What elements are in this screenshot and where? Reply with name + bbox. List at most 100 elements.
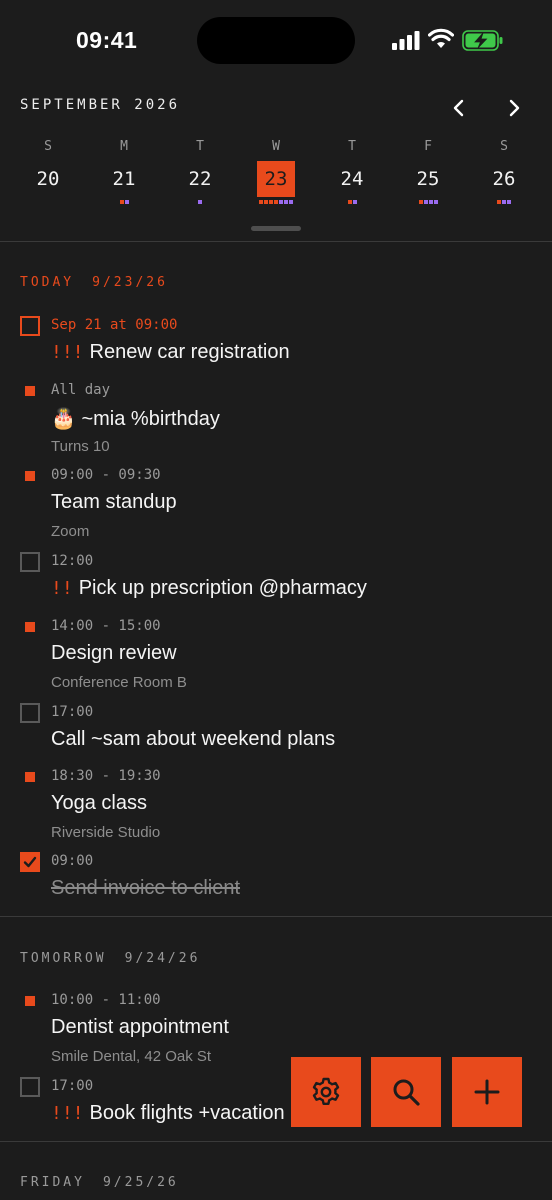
event-marker — [25, 471, 35, 481]
event-dot-orange — [497, 200, 501, 204]
day-number: 21 — [112, 168, 136, 190]
item-time: 17:00 — [51, 1078, 94, 1094]
day-cell[interactable]: F 25 — [390, 136, 466, 212]
priority-marks: !! — [51, 578, 73, 599]
day-letter: S — [44, 139, 52, 154]
chevron-left-icon — [453, 99, 464, 117]
item-title: Design review — [51, 642, 177, 665]
day-number: 23 — [257, 161, 295, 197]
event-dot-orange — [347, 200, 352, 204]
item-title: !!! Renew car registration — [51, 341, 290, 364]
event-dot-orange — [119, 200, 124, 204]
event-dot-purple — [284, 200, 288, 204]
event-dot-orange — [418, 200, 423, 204]
add-button[interactable] — [452, 1057, 522, 1127]
item-time: 17:00 — [51, 704, 94, 720]
event-dots — [390, 200, 466, 204]
drag-handle[interactable] — [251, 226, 301, 231]
event-dots — [466, 200, 542, 204]
day-letter: W — [272, 139, 280, 154]
checkbox[interactable] — [20, 1077, 40, 1097]
event-dot-purple — [352, 200, 357, 204]
event-dot-purple — [423, 200, 428, 204]
event-dot-orange — [259, 200, 263, 204]
item-time: 18:30 - 19:30 — [51, 768, 161, 784]
event-dot-purple — [279, 200, 283, 204]
checkbox-checked[interactable] — [20, 852, 40, 872]
section-label: FRIDAY — [20, 1175, 85, 1190]
search-button[interactable] — [371, 1057, 441, 1127]
battery-charging-icon — [462, 30, 503, 51]
item-title: Team standup — [51, 491, 177, 514]
day-letter: M — [120, 139, 128, 154]
item-title: !! Pick up prescription @pharmacy — [51, 577, 367, 600]
event-dot-orange — [274, 200, 278, 204]
item-title-text: Yoga class — [51, 792, 147, 814]
gear-icon — [312, 1077, 340, 1105]
event-marker — [25, 622, 35, 632]
checkbox[interactable] — [20, 552, 40, 572]
item-subtitle: Conference Room B — [51, 674, 187, 691]
day-number: 26 — [492, 168, 516, 190]
event-dot-purple — [198, 200, 202, 204]
item-title: Yoga class — [51, 792, 147, 815]
section-date: 9/25/26 — [102, 1175, 179, 1190]
previous-week-button[interactable] — [443, 92, 475, 124]
day-cell[interactable]: S 26 — [466, 136, 542, 212]
day-letter: T — [348, 139, 356, 154]
day-cell[interactable]: T 22 — [162, 136, 238, 212]
day-letter: S — [500, 139, 508, 154]
checkbox[interactable] — [20, 703, 40, 723]
event-marker — [25, 772, 35, 782]
day-cell[interactable]: M 21 — [86, 136, 162, 212]
day-number: 25 — [416, 168, 440, 190]
event-dot-purple — [124, 200, 129, 204]
section-header-friday: FRIDAY 9/25/26 — [20, 1175, 179, 1190]
section-label: TOMORROW — [20, 951, 107, 966]
section-header-today: TODAY 9/23/26 — [20, 275, 168, 290]
cellular-signal-icon — [392, 31, 420, 50]
day-cell-selected[interactable]: W 23 — [238, 136, 314, 212]
item-time: 12:00 — [51, 553, 94, 569]
day-letter: F — [424, 139, 432, 154]
item-title-text: Design review — [51, 642, 177, 664]
day-number: 24 — [340, 168, 364, 190]
checkbox[interactable] — [20, 316, 40, 336]
day-cell[interactable]: T 24 — [314, 136, 390, 212]
event-dot-purple — [289, 200, 293, 204]
section-header-tomorrow: TOMORROW 9/24/26 — [20, 951, 200, 966]
day-number: 20 — [36, 168, 60, 190]
plus-icon — [474, 1079, 500, 1105]
item-title: !!! Book flights +vacation — [51, 1102, 285, 1125]
item-title-text: Call ~sam about weekend plans — [51, 728, 336, 750]
item-time: 09:00 — [51, 853, 94, 869]
event-dot-purple — [428, 200, 433, 204]
event-marker — [25, 996, 35, 1006]
item-subtitle: Smile Dental, 42 Oak St — [51, 1048, 212, 1065]
event-dots — [86, 200, 162, 204]
divider — [0, 241, 552, 242]
event-dot-orange — [264, 200, 268, 204]
event-dot-orange — [269, 200, 273, 204]
next-week-button[interactable] — [498, 92, 530, 124]
item-title: Call ~sam about weekend plans — [51, 728, 335, 751]
chevron-right-icon — [509, 99, 520, 117]
item-time: 14:00 - 15:00 — [51, 618, 161, 634]
item-subtitle: Zoom — [51, 523, 90, 540]
item-title-text: Book flights +vacation — [89, 1102, 285, 1124]
checkmark-icon — [23, 856, 37, 868]
event-dots — [238, 200, 314, 204]
status-time: 09:41 — [76, 27, 138, 53]
item-title-text: Team standup — [51, 491, 177, 513]
priority-marks: !!! — [51, 342, 84, 363]
event-dots — [162, 200, 238, 204]
settings-button[interactable] — [291, 1057, 361, 1127]
item-time: 10:00 - 11:00 — [51, 992, 161, 1008]
item-title-text: Pick up prescription @pharmacy — [78, 577, 367, 599]
event-dot-purple — [433, 200, 438, 204]
item-title-text: Dentist appointment — [51, 1016, 229, 1038]
item-time: Sep 21 at 09:00 — [51, 317, 178, 333]
divider — [0, 1141, 552, 1142]
section-date: 9/24/26 — [124, 951, 201, 966]
day-cell[interactable]: S 20 — [10, 136, 86, 212]
